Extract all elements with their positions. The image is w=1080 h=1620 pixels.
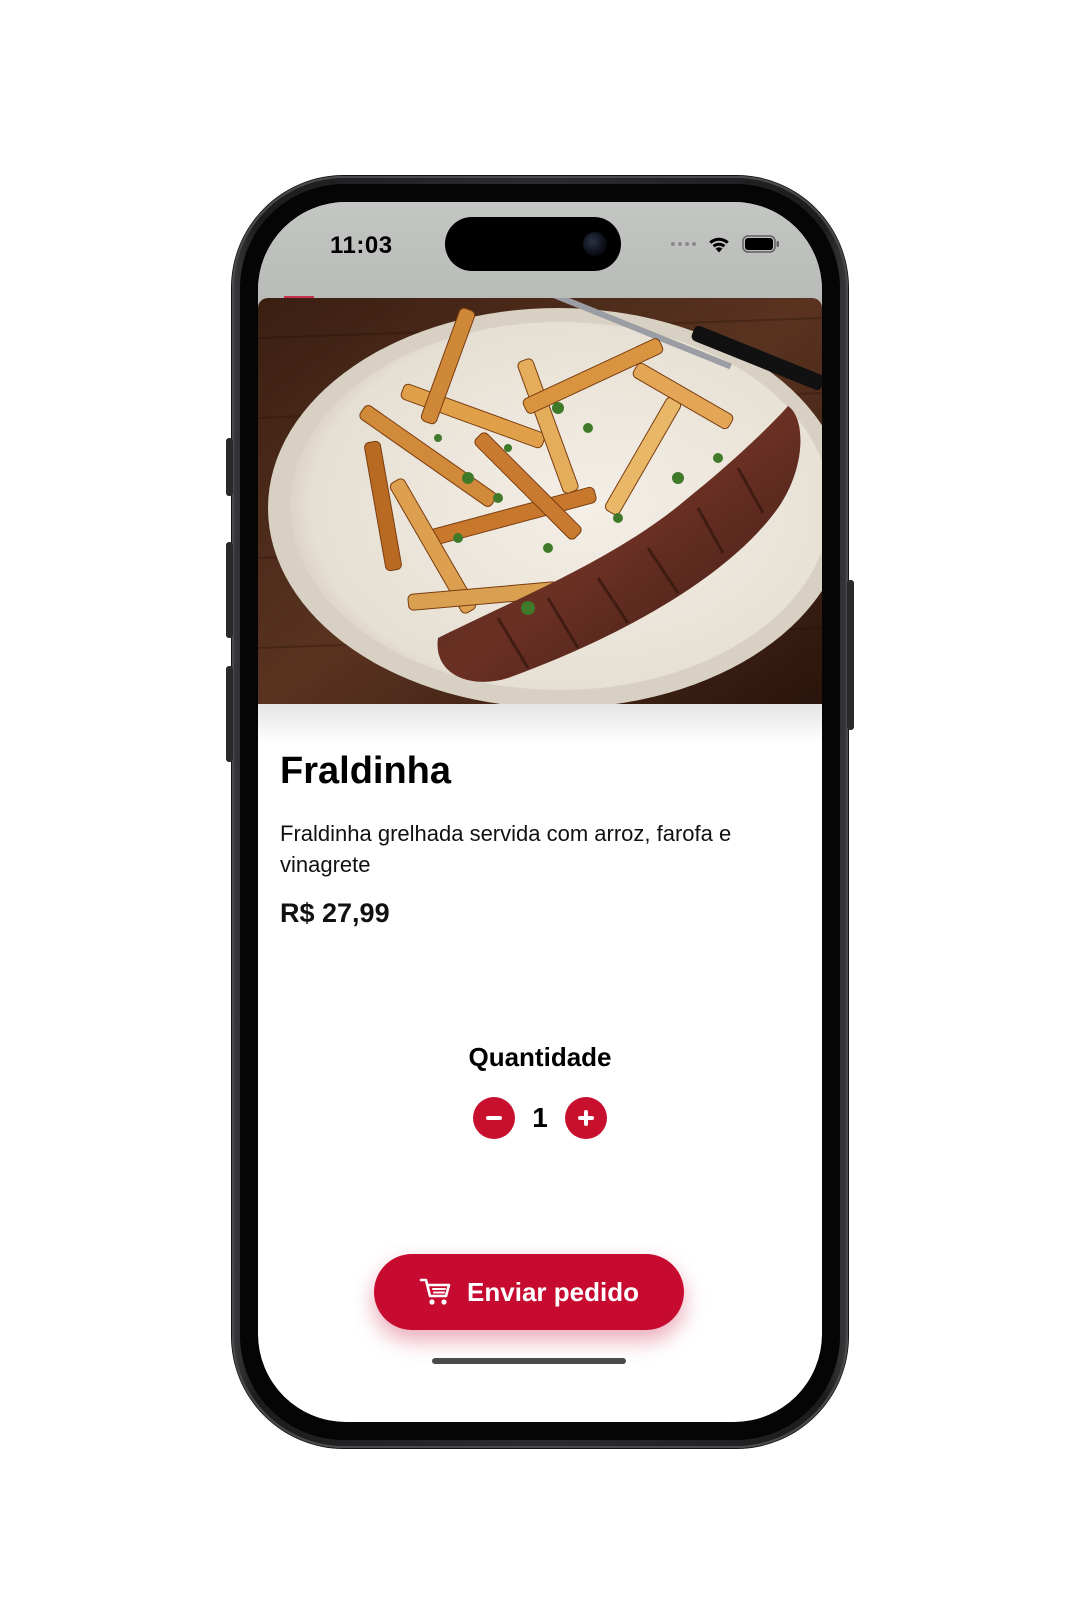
quantity-value: 1: [532, 1102, 548, 1133]
front-camera: [583, 232, 607, 256]
send-order-button[interactable]: Enviar pedido: [374, 1254, 684, 1330]
quantity-label: Quantidade: [468, 1042, 612, 1072]
signal-dots-icon: [671, 242, 696, 246]
volume-up-button: [226, 542, 233, 638]
steak-fries-illustration: [258, 298, 822, 704]
product-price: R$ 27,99: [280, 898, 390, 928]
screen: 11:03 Fraldinha Fraldinha grelhada servi…: [258, 202, 822, 1422]
product-description: Fraldinha grelhada servida com arroz, fa…: [280, 821, 732, 877]
increment-button[interactable]: [565, 1097, 607, 1139]
product-name: Fraldinha: [280, 750, 452, 792]
send-order-label: Enviar pedido: [467, 1276, 639, 1307]
home-indicator[interactable]: [432, 1358, 626, 1364]
dynamic-island: [445, 217, 621, 271]
volume-down-button: [226, 666, 233, 762]
wifi-icon: [709, 237, 729, 253]
decrement-button[interactable]: [473, 1097, 515, 1139]
power-button: [847, 580, 854, 730]
minus-icon: [486, 1116, 502, 1120]
canvas: 11:03 Fraldinha Fraldinha grelhada servi…: [0, 0, 1080, 1620]
battery-icon: [742, 235, 779, 253]
phone-frame: 11:03 Fraldinha Fraldinha grelhada servi…: [226, 176, 854, 1448]
status-time: 11:03: [330, 232, 393, 259]
image-shadow: [258, 704, 822, 744]
product-image: [258, 298, 822, 704]
quantity-stepper: 1: [258, 1096, 822, 1140]
plus-icon: [578, 1110, 594, 1126]
status-icons: [671, 232, 780, 256]
action-button: [226, 438, 233, 496]
cart-icon: [419, 1278, 451, 1305]
